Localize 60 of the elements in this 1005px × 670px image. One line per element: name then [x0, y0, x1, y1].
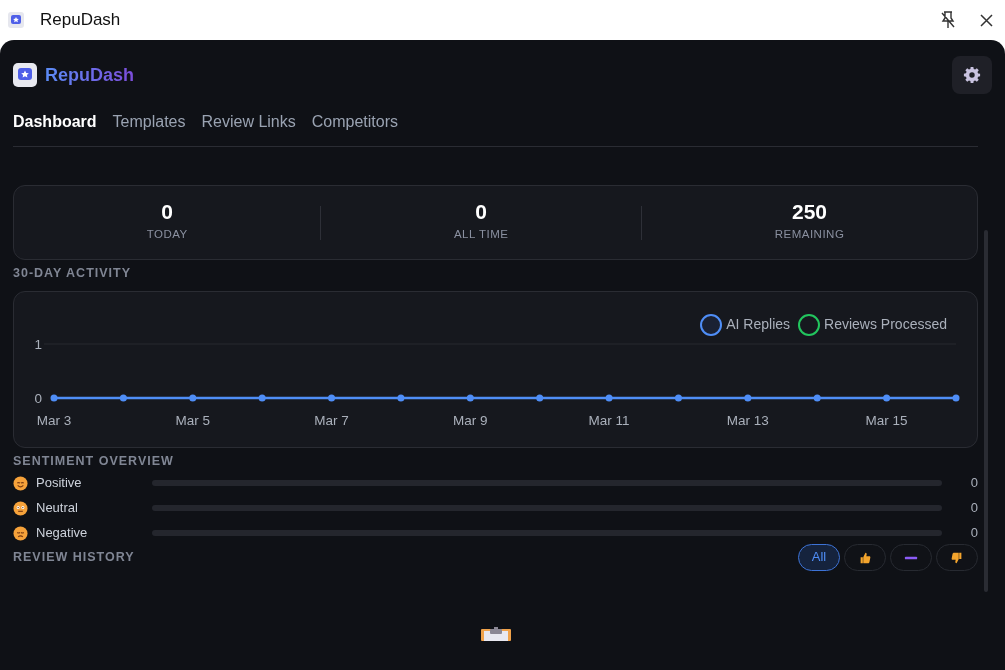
- axis-label: Mar 13: [726, 412, 769, 428]
- sentiment-label: Negative: [36, 524, 89, 543]
- axis-label: 0: [34, 390, 42, 406]
- app-icon: [8, 12, 24, 28]
- sentiment-label: Neutral: [36, 499, 79, 518]
- filter-button[interactable]: [936, 543, 978, 571]
- axis-label: 1: [34, 336, 42, 352]
- axis-label: Mar 3: [36, 412, 72, 428]
- thumbs-down-icon: [950, 550, 964, 565]
- data-point: [536, 394, 544, 402]
- data-point: [258, 394, 266, 402]
- window-title: RepuDash: [40, 9, 121, 32]
- data-point: [952, 394, 960, 402]
- section-heading: REVIEW HISTORY: [13, 548, 135, 566]
- legend-label: Reviews Processed: [824, 315, 947, 335]
- smiling-face-icon: [13, 475, 28, 491]
- axis-label: Mar 7: [314, 412, 349, 428]
- frowning-face-icon: [13, 525, 28, 541]
- settings-button[interactable]: [952, 56, 992, 94]
- axis-label: Mar 5: [175, 412, 211, 428]
- neutral-face-icon: [13, 500, 28, 516]
- nav-tab[interactable]: Competitors: [311, 110, 398, 134]
- logo-icon: [13, 63, 37, 87]
- section-heading: SENTIMENT OVERVIEW: [13, 452, 175, 470]
- data-point: [466, 394, 474, 402]
- data-point: [119, 394, 127, 402]
- axis-label: Mar 15: [865, 412, 908, 428]
- close-icon[interactable]: [980, 13, 993, 27]
- pin-icon[interactable]: [940, 11, 956, 29]
- stat-label: ALL TIME: [452, 227, 510, 243]
- legend-label: AI Replies: [726, 315, 791, 335]
- data-point: [813, 394, 821, 402]
- data-point: [883, 394, 891, 402]
- thumbs-up-icon: [858, 550, 872, 565]
- data-point: [397, 394, 405, 402]
- stat-label: REMAINING: [773, 227, 846, 243]
- section-heading: 30-DAY ACTIVITY: [13, 265, 133, 282]
- stat-value: 0: [160, 201, 174, 223]
- data-point: [674, 394, 682, 402]
- data-point: [50, 394, 58, 402]
- nav-tab[interactable]: Dashboard: [13, 110, 97, 134]
- settings-icon: [963, 66, 981, 84]
- sentiment-count: 0: [969, 499, 978, 518]
- data-point: [189, 394, 197, 402]
- data-point: [328, 394, 336, 402]
- nav-tab[interactable]: Review Links: [201, 110, 296, 134]
- sentiment-count: 0: [969, 474, 978, 493]
- data-point: [605, 394, 613, 402]
- clipboard-icon: [480, 626, 511, 641]
- stat-value: 0: [474, 201, 489, 223]
- axis-label: Mar 9: [453, 412, 488, 428]
- filter-button[interactable]: All: [798, 543, 840, 571]
- filter-button[interactable]: [844, 543, 886, 571]
- data-point: [744, 394, 752, 402]
- stat-value: 250: [791, 201, 829, 223]
- axis-label: Mar 11: [588, 412, 630, 428]
- sentiment-label: Positive: [36, 474, 83, 493]
- stat-label: TODAY: [145, 227, 189, 243]
- sentiment-count: 0: [969, 524, 978, 543]
- nav-tab[interactable]: Templates: [112, 110, 186, 134]
